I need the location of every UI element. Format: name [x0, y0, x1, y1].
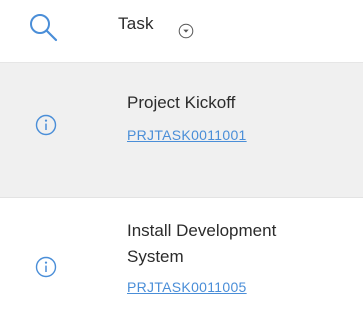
row-info-button[interactable] — [35, 114, 57, 136]
task-name-line: Project Kickoff — [127, 93, 236, 112]
list-header: Task — [0, 0, 363, 62]
task-name-line: System — [127, 247, 184, 266]
table-row[interactable]: Project Kickoff PRJTASK0011001 — [0, 62, 363, 198]
task-name-line: Install Development — [127, 221, 277, 240]
task-name: Install Development System — [127, 218, 347, 270]
task-name: Project Kickoff — [127, 90, 347, 116]
table-row[interactable]: Install Development System PRJTASK001100… — [0, 198, 363, 321]
info-icon — [35, 114, 57, 136]
info-icon — [35, 256, 57, 278]
search-icon — [30, 14, 58, 42]
column-header-task[interactable]: Task — [118, 14, 154, 34]
row-info-button[interactable] — [35, 256, 57, 278]
task-list-view: Task Project Kickoff PRJTASK0011001 Inst… — [0, 0, 363, 321]
task-number-link[interactable]: PRJTASK0011001 — [127, 127, 247, 143]
column-sort-button[interactable] — [178, 23, 194, 39]
task-number-link[interactable]: PRJTASK0011005 — [127, 279, 247, 295]
search-button[interactable] — [26, 10, 62, 46]
chevron-down-circle-icon — [178, 23, 194, 39]
